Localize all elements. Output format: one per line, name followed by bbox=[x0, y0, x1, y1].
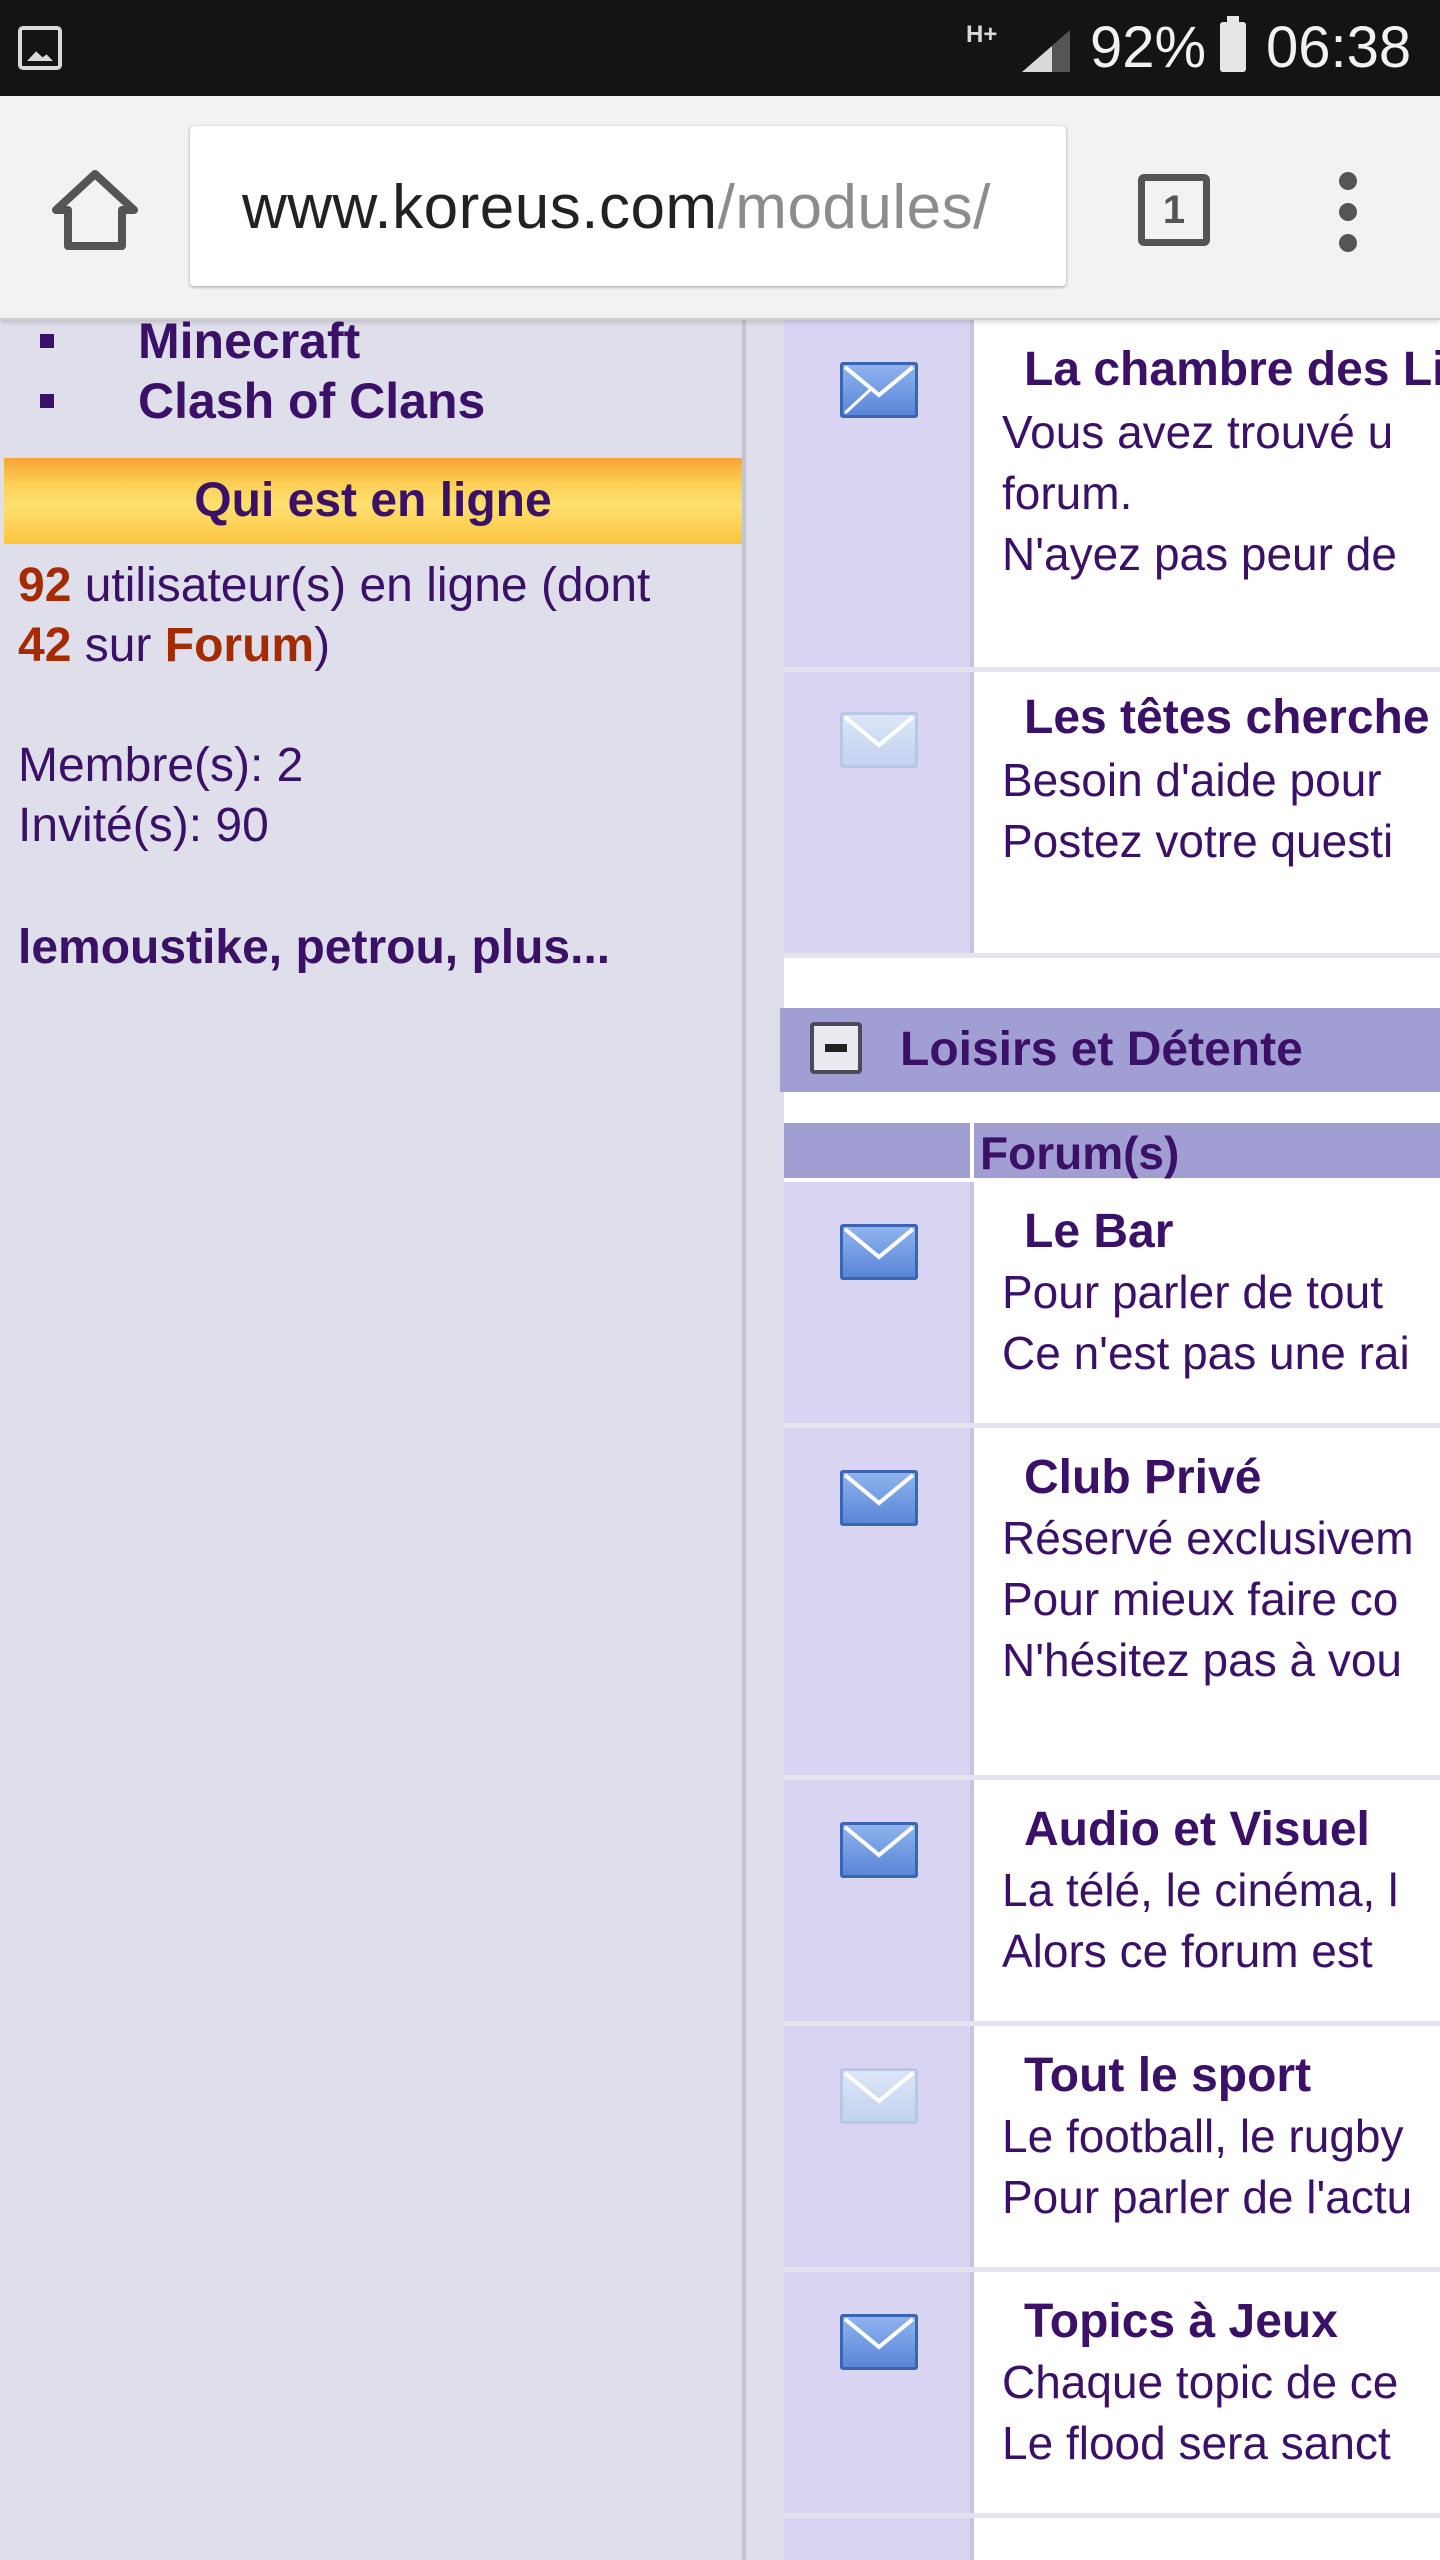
member-link-petrou[interactable]: petrou bbox=[295, 921, 444, 974]
signal-strength-icon bbox=[1022, 30, 1070, 72]
battery-icon bbox=[1220, 16, 1246, 72]
envelope-new-icon bbox=[840, 1470, 918, 1526]
category-header: Loisirs et Détente bbox=[780, 1008, 1440, 1092]
more-members-link[interactable]: plus... bbox=[471, 921, 610, 974]
forum-row[interactable]: La chambre des Li Vous avez trouvé u for… bbox=[784, 320, 1440, 672]
forum-desc-line: N'hésitez pas à vou bbox=[1002, 1634, 1403, 1686]
forum-desc-line: Alors ce forum est bbox=[1002, 1925, 1373, 1977]
home-icon[interactable] bbox=[50, 168, 140, 252]
overflow-menu-icon[interactable] bbox=[1326, 172, 1370, 252]
forum-desc-line: Vous avez trouvé u bbox=[1002, 406, 1394, 458]
forum-row[interactable]: Topics à Jeux Chaque topic de ce Le floo… bbox=[784, 2272, 1440, 2518]
url-host: www.koreus.com bbox=[242, 173, 718, 242]
online-members-list: lemoustike, petrou, plus... bbox=[18, 921, 611, 974]
forum-desc-line: Pour parler de tout bbox=[1002, 1266, 1384, 1318]
forum-desc-line: Chaque topic de ce bbox=[1002, 2356, 1399, 2408]
forum-desc-line: forum. bbox=[1002, 467, 1133, 519]
forum-title[interactable]: Topics à Jeux bbox=[1024, 2294, 1338, 2349]
envelope-new-icon bbox=[840, 362, 918, 418]
browser-toolbar: www.koreus.com/modules/ 1 bbox=[0, 96, 1440, 320]
online-count: 92 bbox=[18, 559, 72, 612]
forum-table: La chambre des Li Vous avez trouvé u for… bbox=[780, 320, 1440, 2560]
forum-row[interactable]: Audio et Visuel La télé, le cinéma, l Al… bbox=[784, 1780, 1440, 2026]
forum-link[interactable]: Forum bbox=[165, 619, 314, 672]
forum-row[interactable]: Tout le sport Le football, le rugby Pour… bbox=[784, 2026, 1440, 2272]
sidebar: Minecraft Clash of Clans Qui est en lign… bbox=[0, 313, 746, 2560]
forum-desc-line: Pour mieux faire co bbox=[1002, 1573, 1399, 1625]
member-link-lemoustike[interactable]: lemoustike bbox=[18, 921, 269, 974]
forum-count: 42 bbox=[18, 619, 72, 672]
forum-desc-line: Le flood sera sanct bbox=[1002, 2417, 1391, 2469]
category-title[interactable]: Loisirs et Détente bbox=[900, 1022, 1303, 1077]
forum-row[interactable]: Club Privé Réservé exclusivem Pour mieux… bbox=[784, 1428, 1440, 1780]
forum-desc-line: Réservé exclusivem bbox=[1002, 1512, 1414, 1564]
forum-desc-line: Besoin d'aide pour bbox=[1002, 754, 1382, 806]
guests-count: Invité(s): 90 bbox=[18, 799, 269, 852]
status-bar: H+ 92% 06:38 bbox=[0, 0, 1440, 96]
bullet-icon bbox=[40, 393, 54, 408]
forum-desc-line: La télé, le cinéma, l bbox=[1002, 1864, 1399, 1916]
clock: 06:38 bbox=[1266, 15, 1412, 80]
gallery-notification-icon bbox=[18, 26, 62, 70]
sidebar-link-minecraft[interactable]: Minecraft bbox=[40, 312, 360, 370]
url-bar[interactable]: www.koreus.com/modules/ bbox=[190, 126, 1066, 286]
online-count-line: 92 utilisateur(s) en ligne (dont bbox=[18, 559, 651, 612]
page-content: Minecraft Clash of Clans Qui est en lign… bbox=[0, 313, 1440, 2560]
sidebar-link-clash-of-clans[interactable]: Clash of Clans bbox=[40, 372, 485, 430]
forum-desc-line: Pour parler de l'actu bbox=[1002, 2171, 1413, 2223]
forum-desc-line: N'ayez pas peur de bbox=[1002, 528, 1397, 580]
url-path: /modules/ bbox=[717, 173, 991, 242]
forum-row[interactable]: Le Bar Pour parler de tout Ce n'est pas … bbox=[784, 1182, 1440, 1428]
forum-title[interactable]: Le Bar bbox=[1024, 1204, 1173, 1259]
forum-title[interactable]: Audio et Visuel bbox=[1024, 1802, 1370, 1857]
forum-title[interactable]: Club Privé bbox=[1024, 1450, 1261, 1505]
envelope-new-icon bbox=[840, 1224, 918, 1280]
forum-row[interactable] bbox=[784, 2518, 1440, 2560]
collapse-icon[interactable] bbox=[810, 1022, 862, 1074]
battery-percent: 92% bbox=[1090, 15, 1207, 80]
column-gutter bbox=[746, 320, 784, 2560]
online-users-header: Qui est en ligne bbox=[4, 458, 742, 544]
envelope-new-icon bbox=[840, 1822, 918, 1878]
forum-desc-line: Postez votre questi bbox=[1002, 815, 1394, 867]
forum-desc-line: Le football, le rugby bbox=[1002, 2110, 1404, 2162]
envelope-new-icon bbox=[840, 2314, 918, 2370]
envelope-read-icon bbox=[840, 2068, 918, 2124]
tab-switcher-button[interactable]: 1 bbox=[1138, 174, 1210, 246]
forum-desc-line: Ce n'est pas une rai bbox=[1002, 1327, 1410, 1379]
envelope-read-icon bbox=[840, 712, 918, 768]
forum-title[interactable]: La chambre des Li bbox=[1024, 342, 1440, 397]
forum-count-line: 42 sur Forum) bbox=[18, 619, 331, 672]
forum-title[interactable]: Tout le sport bbox=[1024, 2048, 1311, 2103]
forum-column-header: Forum(s) bbox=[784, 1120, 1440, 1179]
forum-row[interactable]: Les têtes cherche Besoin d'aide pour Pos… bbox=[784, 672, 1440, 958]
network-type-indicator: H+ bbox=[966, 21, 998, 48]
members-count: Membre(s): 2 bbox=[18, 739, 304, 792]
forums-column-label: Forum(s) bbox=[980, 1127, 1180, 1179]
bullet-icon bbox=[40, 333, 54, 348]
forum-title[interactable]: Les têtes cherche bbox=[1024, 690, 1430, 745]
